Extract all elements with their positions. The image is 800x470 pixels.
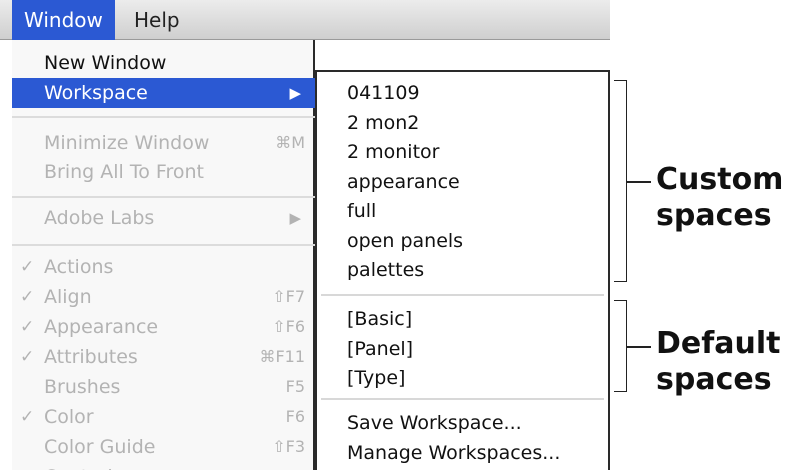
shortcut-label: ⌘M [275,133,305,152]
menu-item-panel[interactable]: ✓ Attributes ⌘F11 [12,342,315,372]
menu-item-panel[interactable]: ✓ Appearance ⇧F6 [12,312,315,342]
menu-item-panel[interactable]: ✓ Color F6 [12,402,315,432]
menu-item-panel[interactable]: ✓ Control [12,462,315,470]
menu-separator [12,196,315,198]
workspace-action-item[interactable]: Manage Workspaces... [317,438,608,468]
menu-item-label: Bring All To Front [44,161,204,183]
shortcut-label: ⌘F11 [259,347,305,366]
workspace-item[interactable]: [Panel] [317,334,608,364]
bracket-pointer [627,346,651,348]
shortcut-label: ⇧F7 [272,287,305,306]
menu-bar: Window Help [0,0,610,40]
menu-item-label: Color [44,406,94,428]
menu-item-new-window[interactable]: New Window [12,48,315,78]
checkmark-icon: ✓ [20,287,35,307]
workspace-item[interactable]: 041109 [317,78,608,108]
custom-spaces-bracket [614,80,627,282]
custom-spaces-label-line2: spaces [656,198,772,233]
checkmark-icon: ✓ [20,257,35,277]
menu-item-panel[interactable]: Color Guide ⇧F3 [12,432,315,462]
default-spaces-label-line2: spaces [656,362,772,397]
menu-separator [321,398,604,400]
shortcut-label: F6 [285,407,305,426]
checkmark-icon: ✓ [20,407,35,427]
default-spaces-label-line1: Default [656,326,781,361]
menu-item-minimize-window[interactable]: Minimize Window ⌘M [12,128,315,158]
checkmark-icon: ✓ [20,317,35,337]
workspace-item[interactable]: 2 monitor [317,137,608,167]
workspace-item[interactable]: full [317,196,608,226]
menu-window[interactable]: Window [12,0,115,40]
bracket-pointer [627,181,651,183]
menu-separator [321,294,604,296]
shortcut-label: ⇧F3 [272,437,305,456]
workspace-item[interactable]: open panels [317,226,608,256]
workspace-item[interactable]: [Type] [317,363,608,393]
menu-item-label: Align [44,286,92,308]
custom-spaces-label-line1: Custom [656,162,784,197]
screenshot-stage: Window Help New Window Workspace ▶ Minim… [0,0,800,470]
shortcut-label: ⇧F6 [272,317,305,336]
menu-separator [12,244,315,246]
window-menu: New Window Workspace ▶ Minimize Window ⌘… [12,40,315,470]
checkmark-icon: ✓ [20,462,34,470]
menu-item-panel[interactable]: ✓ Actions [12,252,315,282]
checkmark-icon: ✓ [20,347,35,367]
workspace-item[interactable]: palettes [317,255,608,285]
menu-item-panel[interactable]: ✓ Align ⇧F7 [12,282,315,312]
menu-item-label: New Window [44,52,167,74]
menu-item-workspace[interactable]: Workspace ▶ [12,78,315,108]
menu-separator [12,116,315,118]
shortcut-label: F5 [285,377,305,396]
default-spaces-bracket [614,300,627,392]
submenu-arrow-icon: ▶ [289,84,301,102]
menu-item-label: Minimize Window [44,132,210,154]
menu-item-label: Attributes [44,346,138,368]
workspace-item[interactable]: appearance [317,167,608,197]
menu-item-adobe-labs[interactable]: Adobe Labs ▶ [12,203,315,233]
menu-item-bring-all-to-front[interactable]: Bring All To Front [12,157,315,187]
menu-item-label: Adobe Labs [44,207,155,229]
menu-help[interactable]: Help [122,0,192,40]
menu-item-label: Brushes [44,376,121,398]
menu-item-label: Control [44,466,113,470]
workspace-action-item[interactable]: Save Workspace... [317,408,608,438]
menu-item-label: Workspace [44,82,148,104]
workspace-item[interactable]: 2 mon2 [317,108,608,138]
submenu-arrow-icon: ▶ [289,209,301,227]
menu-item-panel[interactable]: Brushes F5 [12,372,315,402]
menu-item-label: Actions [44,256,114,278]
workspace-item[interactable]: [Basic] [317,304,608,334]
menu-item-label: Color Guide [44,436,156,458]
workspace-submenu: 041109 2 mon2 2 monitor appearance full open … [315,70,610,470]
menu-item-label: Appearance [44,316,159,338]
